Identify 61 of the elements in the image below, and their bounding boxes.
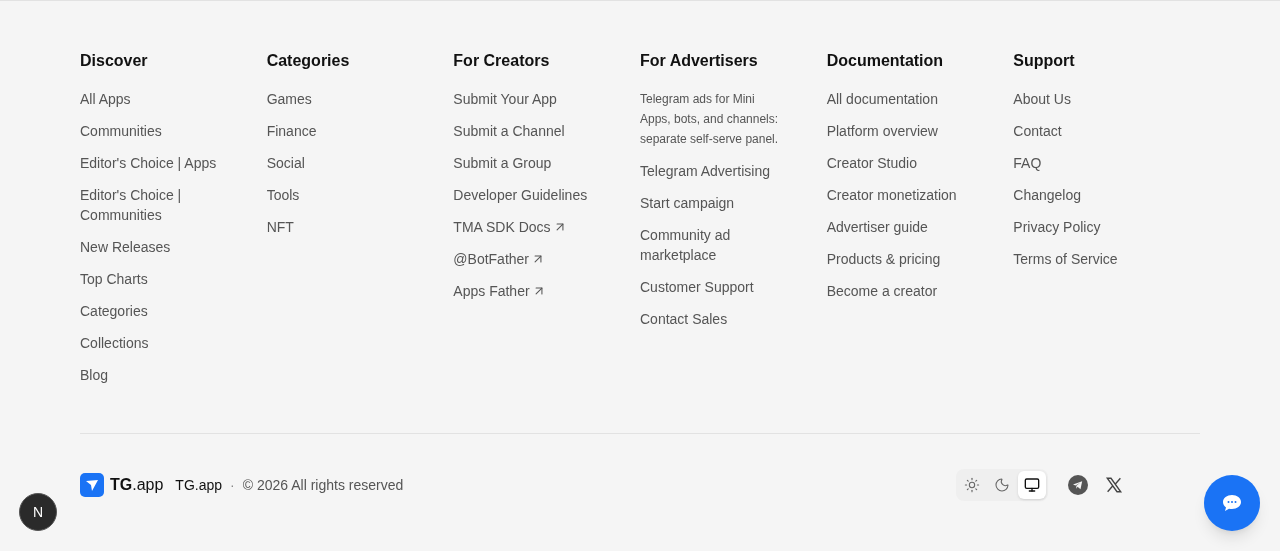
footer-link[interactable]: All documentation (826, 89, 954, 109)
footer-link[interactable]: Submit Your App (453, 89, 573, 109)
footer-link[interactable]: Blog (80, 365, 125, 385)
column-heading: Categories (266, 51, 351, 71)
separator: · (230, 476, 235, 495)
telegram-icon (1068, 475, 1088, 495)
column-heading: Support (1013, 51, 1076, 71)
copyright-text: © 2026 All rights reserved (242, 476, 404, 495)
column-description: Telegram ads for Mini Apps, bots, and channels: separate self-serve panel. (640, 91, 780, 148)
footer-link[interactable]: Contact (1013, 121, 1078, 141)
footer-link[interactable]: TMA SDK Docs (453, 217, 583, 237)
logo-text: TG.app (110, 475, 164, 495)
footer-link[interactable]: Creator Studio (826, 153, 933, 173)
footer-link[interactable]: Products & pricing (826, 249, 957, 269)
footer-link[interactable]: All Apps (80, 89, 147, 109)
theme-button[interactable] (1018, 471, 1046, 499)
footer-link[interactable]: NFT (266, 217, 310, 237)
footer-link[interactable]: Telegram Advertising (640, 161, 786, 181)
footer-link[interactable]: Communities (80, 121, 178, 141)
footer-link[interactable]: Editor's Choice | Communities (80, 185, 251, 225)
footer-link[interactable]: FAQ (1013, 153, 1058, 173)
column-heading: For Advertisers (640, 51, 759, 71)
footer-link[interactable]: New Releases (80, 237, 187, 257)
footer-link[interactable]: Become a creator (826, 281, 954, 301)
chat-button[interactable] (1204, 475, 1260, 531)
column-heading: Documentation (826, 51, 945, 71)
footer-link[interactable]: Changelog (1013, 185, 1098, 205)
footer-link[interactable]: Creator monetization (826, 185, 973, 205)
logo-icon (80, 473, 104, 497)
dev-tools-badge[interactable]: N (19, 493, 57, 531)
footer-link[interactable]: Games (266, 89, 328, 109)
footer-link[interactable]: Developer Guidelines (453, 185, 604, 205)
footer-link[interactable]: Contact Sales (640, 309, 744, 329)
footer-link[interactable]: Terms of Service (1013, 249, 1134, 269)
footer-link[interactable]: Platform overview (826, 121, 954, 141)
footer-link[interactable]: Customer Support (640, 277, 770, 297)
footer-link[interactable]: Editor's Choice | Apps (80, 153, 233, 173)
footer-link[interactable]: Top Charts (80, 269, 164, 289)
footer-link[interactable]: Submit a Channel (453, 121, 581, 141)
footer-link[interactable]: @BotFather (453, 249, 561, 269)
footer-link[interactable]: Finance (266, 121, 333, 141)
moon-icon (994, 477, 1010, 493)
footer-link[interactable]: Community ad marketplace (640, 225, 811, 265)
footer-link[interactable]: Start campaign (640, 193, 751, 213)
sun-icon (964, 477, 980, 493)
monitor-icon (1024, 477, 1040, 493)
column-heading: For Creators (453, 51, 551, 71)
footer-link[interactable]: Advertiser guide (826, 217, 944, 237)
footer-link[interactable]: Apps Father (453, 281, 562, 301)
footer-link[interactable]: Submit a Group (453, 153, 568, 173)
brand-name: TG.app (175, 476, 223, 495)
footer-link[interactable]: Collections (80, 333, 165, 353)
footer-link[interactable]: Tools (266, 185, 316, 205)
telegram-link[interactable] (1068, 475, 1088, 495)
footer-link[interactable]: Categories (80, 301, 164, 321)
x-icon (1105, 476, 1123, 494)
footer-link[interactable]: About Us (1013, 89, 1087, 109)
column-heading: Discover (80, 51, 149, 71)
x-link[interactable] (1104, 475, 1124, 495)
footer-link[interactable]: Social (266, 153, 321, 173)
footer-link[interactable]: Privacy Policy (1013, 217, 1117, 237)
